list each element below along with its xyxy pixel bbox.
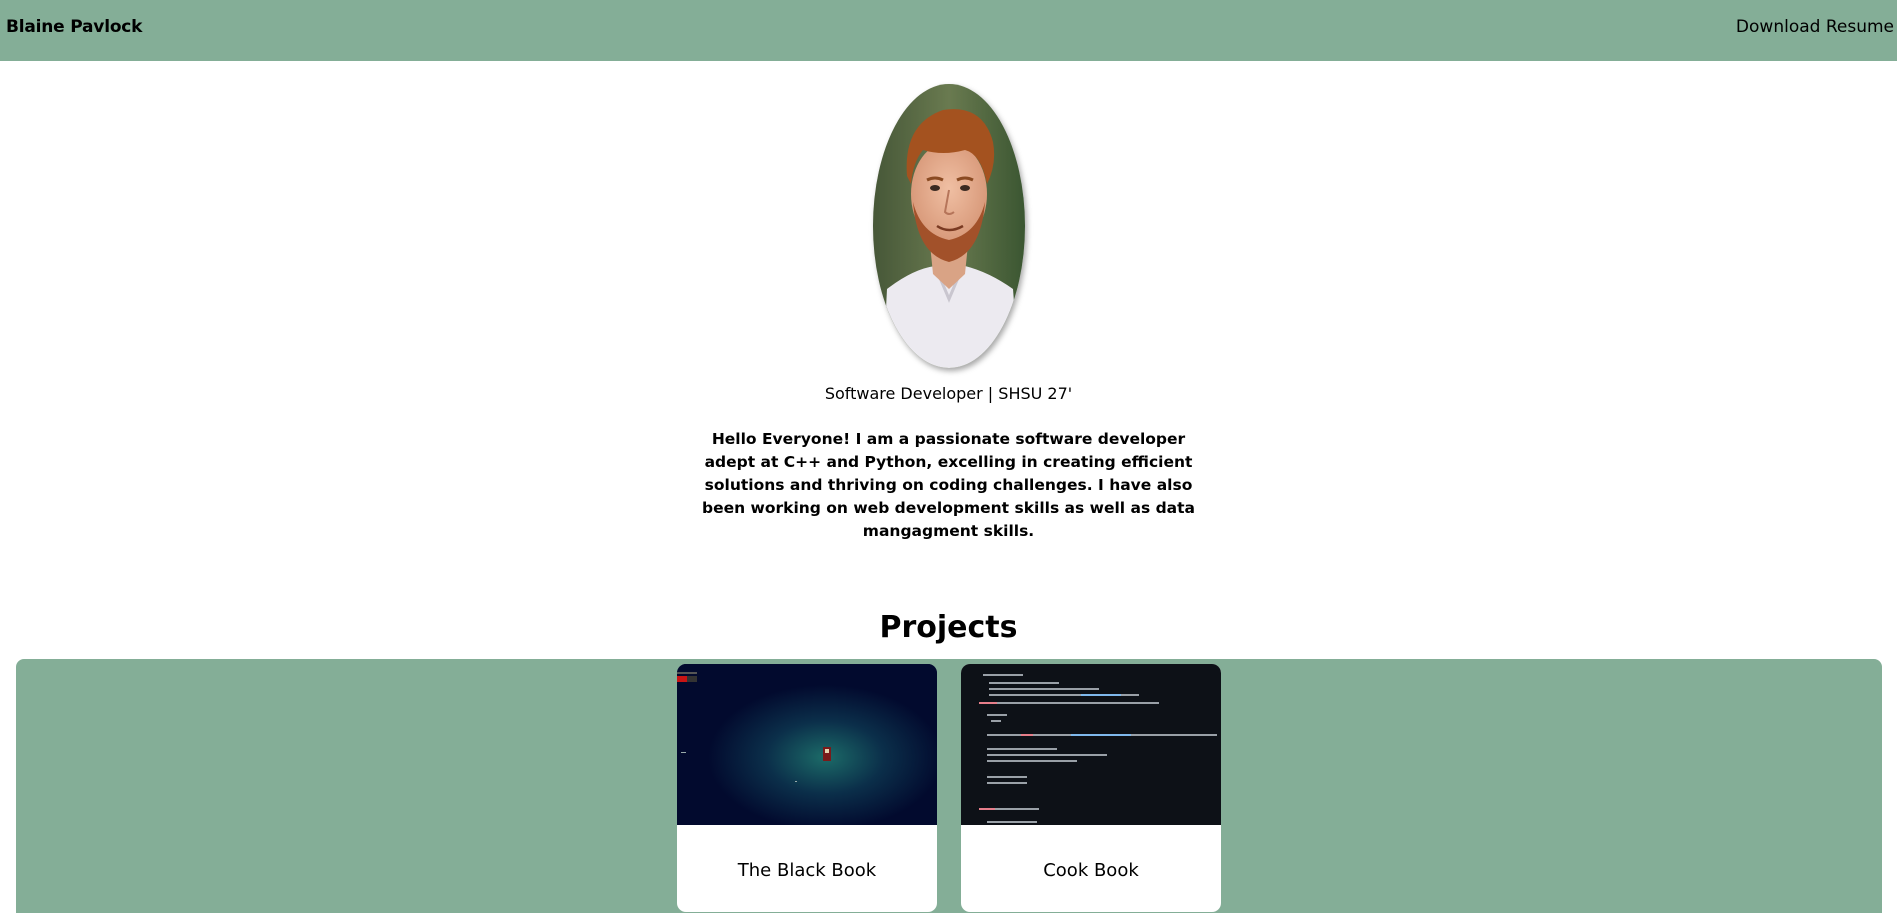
top-nav-bar: Blaine Pavlock Download Resume (0, 0, 1897, 61)
cook-book-thumbnail (961, 664, 1221, 825)
brand-name[interactable]: Blaine Pavlock (6, 17, 142, 37)
profile-tagline: Software Developer | SHSU 27' (824, 384, 1073, 403)
projects-panel (16, 659, 1882, 913)
profile-photo (873, 84, 1025, 368)
projects-heading: Projects (879, 610, 1018, 645)
black-book-thumbnail (677, 664, 937, 825)
project-card-black-book[interactable]: The Black Book (677, 664, 937, 912)
project-title: Cook Book (1043, 860, 1139, 881)
download-resume-link[interactable]: Download Resume (1736, 17, 1894, 37)
profile-bio: Hello Everyone! I am a passionate softwa… (701, 430, 1196, 540)
project-title: The Black Book (737, 860, 877, 881)
project-card-cook-book[interactable]: Cook Book (961, 664, 1221, 912)
